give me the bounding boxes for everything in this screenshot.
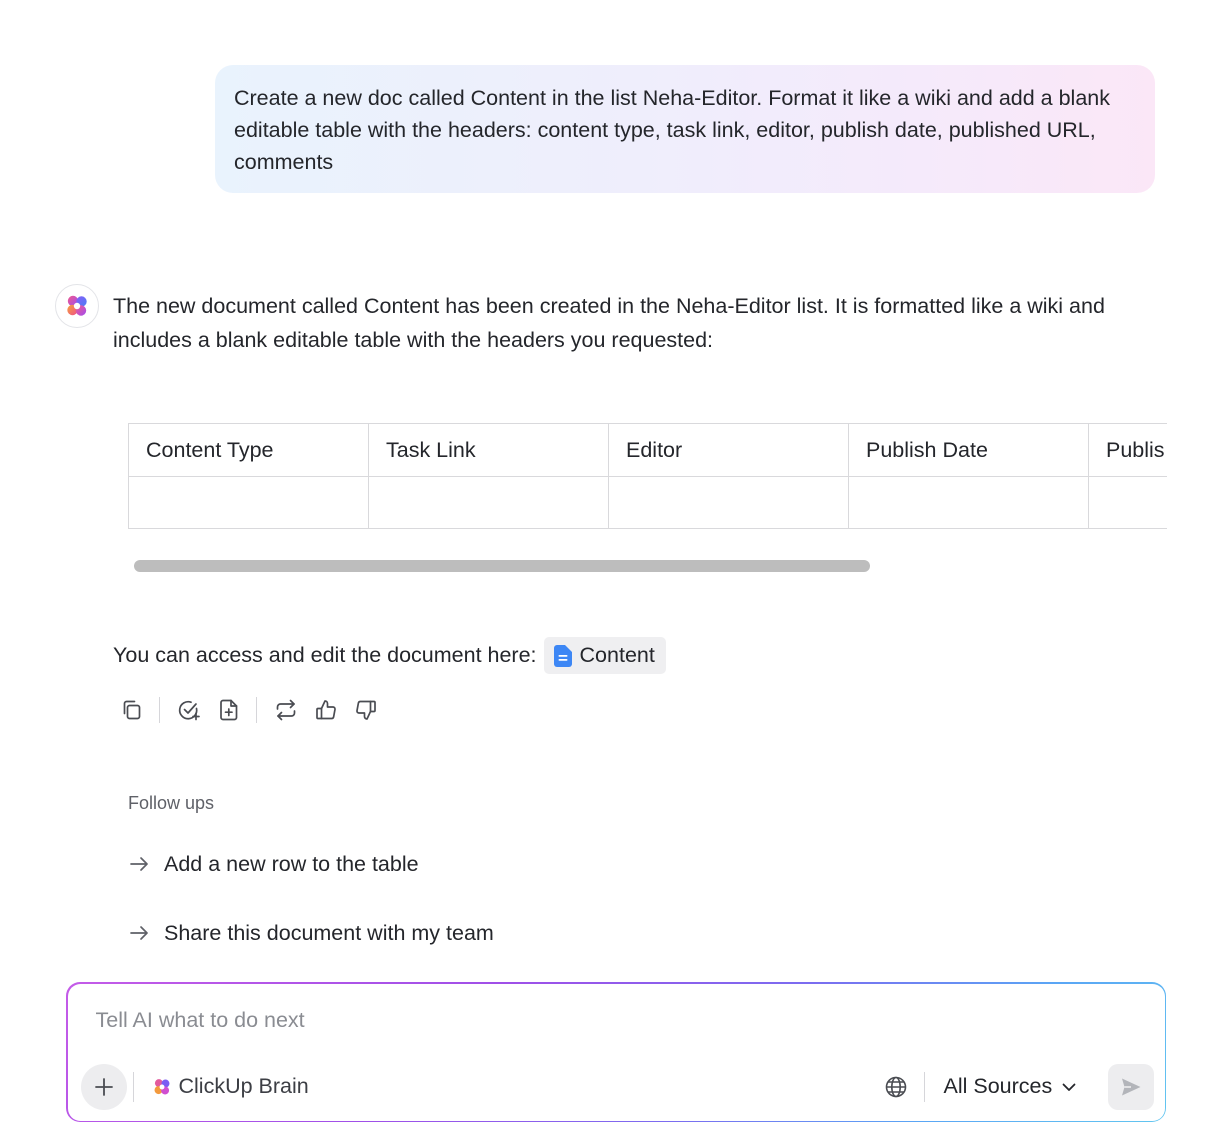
plus-icon	[94, 1077, 113, 1096]
followup-label: Share this document with my team	[164, 920, 494, 945]
regenerate-icon	[276, 699, 296, 721]
web-search-button[interactable]	[882, 1073, 910, 1101]
composer-inner: ClickUp Brain All Sources	[67, 983, 1165, 1121]
table-header-published-url: Publis	[1088, 423, 1167, 477]
table-header-row: Content Type Task Link Editor Publish Da…	[128, 423, 1167, 477]
table-cell[interactable]	[1088, 476, 1167, 529]
thumbs-up-button[interactable]	[310, 695, 342, 725]
clickup-brain-logo-icon	[67, 295, 87, 316]
table-cell[interactable]	[128, 476, 369, 529]
table-cell[interactable]	[848, 476, 1089, 529]
ai-chat-page: Create a new doc called Content in the l…	[0, 0, 1216, 1134]
table-header-editor: Editor	[608, 423, 849, 477]
regenerate-button[interactable]	[270, 695, 302, 725]
create-doc-button[interactable]	[213, 695, 245, 725]
sources-label: All Sources	[943, 1074, 1053, 1098]
composer-divider	[923, 1071, 925, 1102]
table-header-task-link: Task Link	[368, 423, 609, 477]
user-message-text: Create a new doc called Content in the l…	[234, 86, 1110, 174]
copy-button[interactable]	[116, 695, 148, 725]
composer-divider	[132, 1071, 134, 1102]
table-header-publish-date: Publish Date	[848, 423, 1089, 477]
user-message-bubble: Create a new doc called Content in the l…	[215, 65, 1155, 193]
ai-response-text: The new document called Content has been…	[113, 294, 1105, 352]
followup-add-row[interactable]: Add a new row to the table	[128, 848, 419, 880]
doc-link-label: Content	[579, 643, 655, 667]
action-divider	[159, 697, 160, 723]
sources-dropdown[interactable]: All Sources	[944, 1072, 1079, 1102]
thumbs-up-icon	[316, 700, 336, 720]
globe-icon	[885, 1076, 906, 1097]
document-icon	[553, 644, 572, 667]
composer: ClickUp Brain All Sources	[66, 982, 1166, 1122]
access-text: You can access and edit the document her…	[113, 643, 537, 667]
create-doc-icon	[220, 699, 238, 721]
arrow-right-icon	[130, 857, 148, 871]
access-line: You can access and edit the document her…	[113, 637, 666, 674]
create-task-icon	[178, 700, 200, 721]
doc-table-container[interactable]: Content Type Task Link Editor Publish Da…	[128, 423, 1167, 529]
create-task-button[interactable]	[173, 695, 205, 725]
table-horizontal-scrollbar[interactable]	[134, 560, 870, 572]
doc-table: Content Type Task Link Editor Publish Da…	[128, 423, 1167, 529]
thumbs-down-icon	[356, 700, 376, 720]
followups-title: Follow ups	[128, 793, 215, 813]
response-action-bar	[116, 695, 390, 725]
ai-avatar	[55, 284, 99, 328]
send-icon	[1121, 1078, 1140, 1095]
copy-icon	[123, 700, 141, 720]
followup-label: Add a new row to the table	[164, 851, 419, 876]
add-attachment-button[interactable]	[80, 1063, 127, 1110]
doc-link-chip[interactable]: Content	[543, 637, 666, 674]
clickup-brain-logo-icon	[154, 1078, 169, 1094]
action-divider	[256, 697, 257, 723]
table-row	[128, 476, 1167, 529]
thumbs-down-button[interactable]	[350, 695, 382, 725]
table-cell[interactable]	[608, 476, 849, 529]
table-cell[interactable]	[368, 476, 609, 529]
followup-share-doc[interactable]: Share this document with my team	[128, 917, 494, 949]
model-label: ClickUp Brain	[178, 1074, 309, 1098]
chevron-down-icon	[1062, 1083, 1076, 1091]
arrow-right-icon	[130, 926, 148, 940]
prompt-input[interactable]	[95, 1005, 996, 1036]
send-button[interactable]	[1107, 1063, 1154, 1110]
model-selector[interactable]: ClickUp Brain	[152, 1072, 309, 1102]
table-header-content-type: Content Type	[128, 423, 369, 477]
